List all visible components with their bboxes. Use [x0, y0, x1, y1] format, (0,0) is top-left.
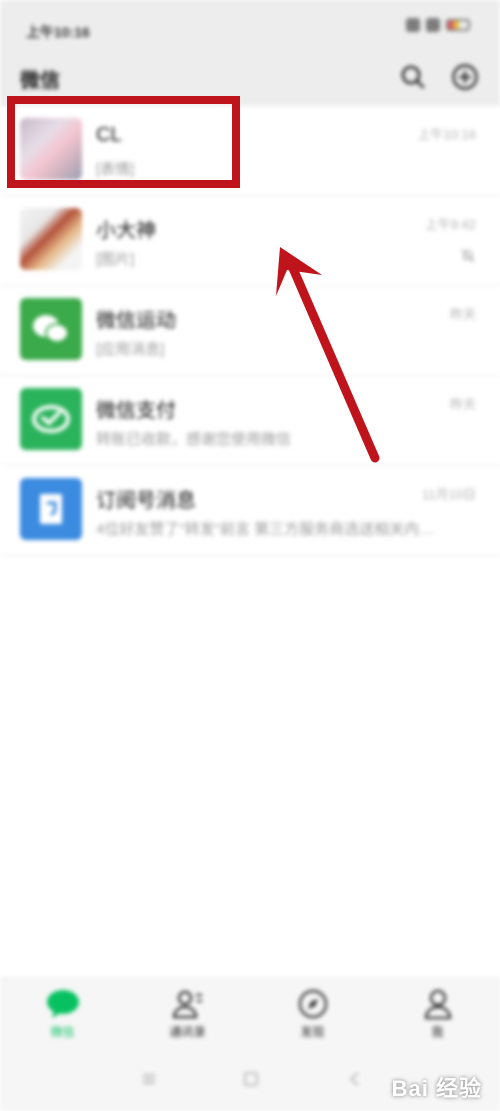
- tab-discover[interactable]: 发现: [250, 979, 375, 1050]
- avatar: [20, 208, 82, 270]
- contacts-icon: [172, 990, 202, 1019]
- tab-label: 我: [431, 1025, 444, 1039]
- alarm-icon: [406, 18, 420, 32]
- back-nav-icon[interactable]: [346, 1070, 364, 1088]
- wechat-pay-icon: [20, 388, 82, 450]
- chat-name: 订阅号消息: [96, 490, 196, 512]
- chat-time: 昨天: [449, 307, 476, 322]
- mute-bell-icon: [460, 248, 476, 264]
- chat-time: 上午9:42: [424, 217, 476, 232]
- subscription-icon: [20, 478, 82, 540]
- tab-contacts[interactable]: 通讯录: [125, 979, 250, 1050]
- status-time: 上午10:16: [26, 24, 90, 40]
- chat-name: 微信支付: [96, 400, 176, 422]
- status-bar: 上午10:16: [0, 0, 500, 56]
- menu-nav-icon[interactable]: [140, 1070, 158, 1088]
- highlight-box: [7, 96, 240, 188]
- page-title: 微信: [20, 70, 60, 92]
- add-circle-icon[interactable]: [450, 62, 480, 92]
- tab-me[interactable]: 我: [375, 979, 500, 1050]
- chat-preview: [应用消息]: [96, 341, 165, 358]
- bottom-tab-bar: 微信 通讯录 发现 我: [0, 978, 500, 1050]
- chat-time: 11月10日: [422, 487, 476, 502]
- wechat-sport-icon: [20, 298, 82, 360]
- tab-label: 微信: [50, 1025, 75, 1039]
- watermark-logo: Bai 经验: [391, 1076, 482, 1101]
- chat-name: 微信运动: [96, 310, 176, 332]
- chat-item-xiaodashen[interactable]: 小大神 [图片] 上午9:42: [0, 196, 500, 286]
- search-icon[interactable]: [398, 62, 428, 92]
- person-icon: [424, 989, 451, 1019]
- tab-label: 发现: [300, 1025, 325, 1039]
- tab-chats[interactable]: 微信: [0, 979, 125, 1050]
- home-nav-icon[interactable]: [242, 1070, 260, 1088]
- chat-preview: [图片]: [96, 251, 135, 268]
- tab-label: 通讯录: [169, 1025, 206, 1039]
- chat-name: 小大神: [96, 220, 156, 242]
- status-icons: [406, 18, 470, 32]
- chat-preview: 转账已收款，感谢您使用微信: [96, 431, 292, 448]
- chat-time: 上午10:16: [417, 127, 476, 142]
- chat-bubble-icon: [46, 990, 79, 1018]
- signal-icon: [426, 18, 440, 32]
- chat-item-subscriptions[interactable]: 订阅号消息 4位好友赞了"转发"前言 第三方服务商选送相关内容... 11月10…: [0, 466, 500, 556]
- chat-item-wechat-pay[interactable]: 微信支付 转账已收款，感谢您使用微信 昨天: [0, 376, 500, 466]
- chat-preview: 4位好友赞了"转发"前言 第三方服务商选送相关内容...: [96, 521, 436, 538]
- chat-time: 昨天: [449, 397, 476, 412]
- battery-icon: [446, 19, 470, 31]
- chat-item-wechat-sport[interactable]: 微信运动 [应用消息] 昨天: [0, 286, 500, 376]
- compass-icon: [298, 989, 327, 1019]
